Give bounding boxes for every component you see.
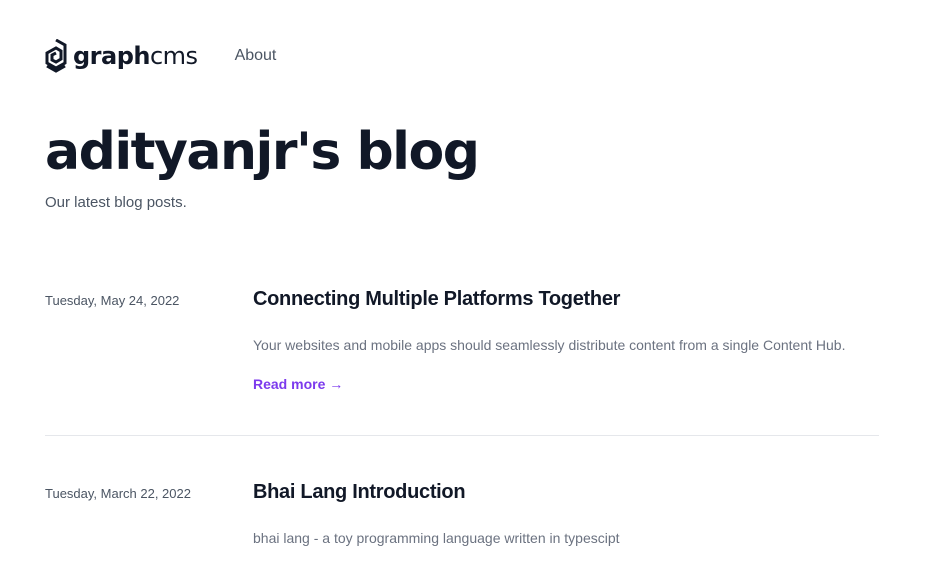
page-subtitle: Our latest blog posts. [45,194,187,211]
site-header: graphcms About [45,36,276,76]
graphcms-logo-link[interactable]: graphcms [45,38,198,73]
post-title-link[interactable]: Connecting Multiple Platforms Together [253,288,620,311]
nav-about-link[interactable]: About [235,47,277,65]
wordmark-cms: cms [149,42,198,70]
graphcms-logo-icon [45,38,67,73]
post-item: Tuesday, March 22, 2022 Bhai Lang Introd… [45,481,879,561]
page-title: adityanjr's blog [45,122,480,182]
read-more-link[interactable]: Read more → [253,376,343,392]
post-excerpt: bhai lang - a toy programming language w… [253,530,620,546]
wordmark-graph: graph [73,42,150,70]
post-item: Tuesday, May 24, 2022 Connecting Multipl… [45,288,879,408]
page: graphcms About adityanjr's blog Our late… [0,0,944,577]
post-title-link[interactable]: Bhai Lang Introduction [253,481,466,504]
post-date: Tuesday, March 22, 2022 [45,486,191,501]
post-divider [45,435,879,436]
post-date: Tuesday, May 24, 2022 [45,293,180,308]
graphcms-wordmark: graphcms [73,44,198,68]
post-excerpt: Your websites and mobile apps should sea… [253,337,846,353]
